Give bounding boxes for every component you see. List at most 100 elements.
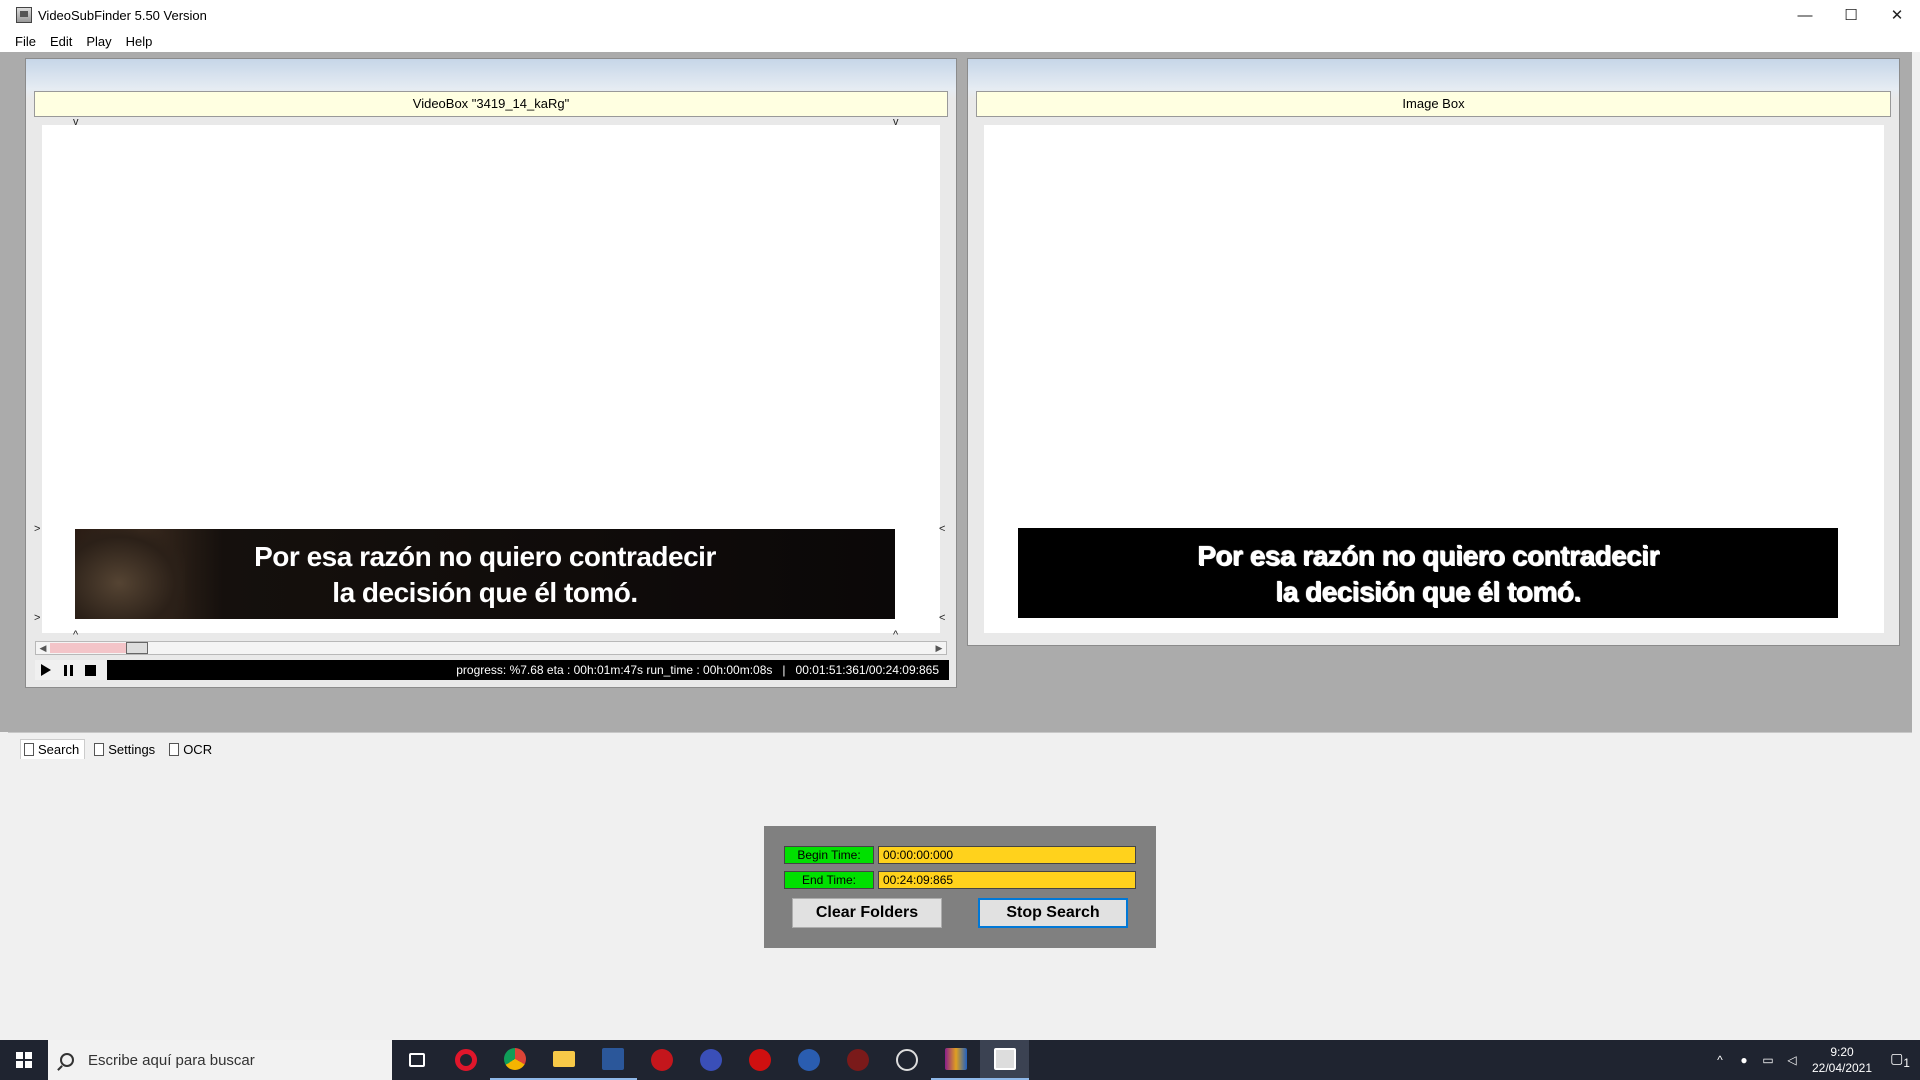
document-icon xyxy=(24,743,34,756)
crop-marker-icon[interactable]: v xyxy=(73,117,79,128)
crop-marker-icon[interactable]: v xyxy=(893,117,899,128)
video-subtitle-line: Por esa razón no quiero contradecir xyxy=(254,541,716,572)
stop-button[interactable] xyxy=(79,660,101,680)
obs-icon xyxy=(895,1049,918,1071)
tab-label: Search xyxy=(38,742,80,757)
clear-folders-button[interactable]: Clear Folders xyxy=(792,898,942,928)
video-subtitle-frame: Por esa razón no quiero contradecir la d… xyxy=(75,529,895,619)
pause-icon xyxy=(63,664,73,676)
chevron-up-icon[interactable]: ^ xyxy=(1708,1053,1732,1067)
clock-date: 22/04/2021 xyxy=(1811,1061,1873,1075)
taskbar: Escribe aquí para buscar ^ ● ▭ ◁ 9:20 22… xyxy=(0,1040,1920,1080)
scroll-thumb[interactable] xyxy=(126,642,148,654)
app-icon xyxy=(16,7,32,23)
crop-marker-icon[interactable]: < xyxy=(939,613,945,624)
pen-icon xyxy=(748,1049,771,1071)
search-panel: Begin Time: 00:00:00:000 End Time: 00:24… xyxy=(764,826,1156,948)
chrome-button[interactable] xyxy=(490,1040,539,1080)
file-explorer-button[interactable] xyxy=(539,1040,588,1080)
word-button[interactable] xyxy=(588,1040,637,1080)
video-box-panel: VideoBox "3419_14_kaRg" Por esa razón no… xyxy=(25,58,957,688)
end-time-label: End Time: xyxy=(784,871,874,889)
stop-search-button[interactable]: Stop Search xyxy=(978,898,1128,928)
menu-file[interactable]: File xyxy=(9,34,44,49)
end-time-row: End Time: 00:24:09:865 xyxy=(784,871,1136,889)
menu-edit[interactable]: Edit xyxy=(44,34,80,49)
menu-help[interactable]: Help xyxy=(120,34,161,49)
red-app-button[interactable] xyxy=(637,1040,686,1080)
winrar-button[interactable] xyxy=(931,1040,980,1080)
tab-label: Settings xyxy=(108,741,156,757)
clock[interactable]: 9:20 22/04/2021 xyxy=(1804,1044,1880,1076)
crop-marker-icon[interactable]: < xyxy=(939,524,945,535)
crop-marker-icon[interactable]: ^ xyxy=(73,630,78,641)
scroll-progress-fill xyxy=(50,643,126,653)
menu-bar: File Edit Play Help xyxy=(0,30,1920,52)
crop-marker-icon[interactable]: ^ xyxy=(893,630,898,641)
scroll-right-icon[interactable]: ▶ xyxy=(932,642,946,654)
notification-icon[interactable]: ▢1 xyxy=(1880,1050,1920,1070)
start-button[interactable] xyxy=(0,1040,48,1080)
system-tray: ^ ● ▭ ◁ 9:20 22/04/2021 ▢1 xyxy=(1708,1040,1920,1080)
tab-settings[interactable]: Settings xyxy=(91,739,160,759)
document-icon xyxy=(94,742,105,756)
videosubfinder-button[interactable] xyxy=(980,1040,1029,1080)
videosubfinder-icon xyxy=(993,1048,1016,1070)
play-icon xyxy=(41,664,51,676)
tab-search[interactable]: Search xyxy=(20,739,86,759)
microphone-icon[interactable]: ● xyxy=(1732,1053,1756,1067)
obs-button[interactable] xyxy=(882,1040,931,1080)
menu-play[interactable]: Play xyxy=(80,34,119,49)
scroll-left-icon[interactable]: ◀ xyxy=(36,642,50,654)
tab-bar: Search Settings OCR xyxy=(20,739,217,759)
windows-icon xyxy=(16,1052,32,1068)
task-view-icon xyxy=(408,1053,425,1067)
pause-button[interactable] xyxy=(57,660,79,680)
window-title: VideoSubFinder 5.50 Version xyxy=(38,7,207,23)
progress-status: progress: %7.68 eta : 00h:01m:47s run_ti… xyxy=(456,663,939,677)
opera-button[interactable] xyxy=(441,1040,490,1080)
minimize-button[interactable]: — xyxy=(1782,0,1828,30)
play-button[interactable] xyxy=(35,660,57,680)
blue-app-button[interactable] xyxy=(686,1040,735,1080)
red-app-icon xyxy=(650,1049,673,1071)
tab-label: OCR xyxy=(183,741,213,757)
task-view-button[interactable] xyxy=(392,1040,441,1080)
davinci-button[interactable] xyxy=(833,1040,882,1080)
taskbar-search[interactable]: Escribe aquí para buscar xyxy=(48,1040,392,1080)
word-icon xyxy=(601,1048,624,1070)
blue-app2-button[interactable] xyxy=(784,1040,833,1080)
taskbar-search-placeholder: Escribe aquí para buscar xyxy=(88,1051,255,1069)
video-screen[interactable]: Por esa razón no quiero contradecir la d… xyxy=(42,125,940,633)
image-subtitle-text: Por esa razón no quiero contradecir la d… xyxy=(1018,538,1838,610)
pen-app-button[interactable] xyxy=(735,1040,784,1080)
begin-time-field[interactable]: 00:00:00:000 xyxy=(878,846,1136,864)
close-button[interactable]: ✕ xyxy=(1874,0,1920,30)
blue-app-icon xyxy=(699,1049,722,1071)
image-subtitle-frame: Por esa razón no quiero contradecir la d… xyxy=(1018,528,1838,618)
maximize-button[interactable]: ☐ xyxy=(1828,0,1874,30)
image-subtitle-line: la decisión que él tomó. xyxy=(1275,576,1581,607)
end-time-field[interactable]: 00:24:09:865 xyxy=(878,871,1136,889)
crop-marker-icon[interactable]: > xyxy=(34,613,40,624)
notification-count: 1 xyxy=(1903,1056,1910,1070)
network-icon[interactable]: ▭ xyxy=(1756,1053,1780,1067)
crop-marker-icon[interactable]: > xyxy=(34,524,40,535)
playback-buttons xyxy=(35,660,107,680)
video-subtitle-text: Por esa razón no quiero contradecir la d… xyxy=(75,539,895,611)
playback-control-bar: progress: %7.68 eta : 00h:01m:47s run_ti… xyxy=(35,660,949,680)
title-bar: VideoSubFinder 5.50 Version — ☐ ✕ xyxy=(0,0,1920,30)
begin-time-row: Begin Time: 00:00:00:000 xyxy=(784,846,1136,864)
document-icon xyxy=(169,742,180,756)
volume-icon[interactable]: ◁ xyxy=(1780,1053,1804,1067)
chrome-icon xyxy=(503,1048,526,1070)
clock-time: 9:20 xyxy=(1830,1045,1854,1059)
opera-icon xyxy=(454,1049,477,1071)
blue-app2-icon xyxy=(797,1049,820,1071)
winrar-icon xyxy=(944,1048,967,1070)
window-controls: — ☐ ✕ xyxy=(1782,0,1920,30)
video-position-scrollbar[interactable]: ◀ ▶ xyxy=(35,641,947,655)
tab-ocr[interactable]: OCR xyxy=(166,739,217,759)
video-box-header: VideoBox "3419_14_kaRg" xyxy=(34,91,948,117)
image-box-header: Image Box xyxy=(976,91,1891,117)
